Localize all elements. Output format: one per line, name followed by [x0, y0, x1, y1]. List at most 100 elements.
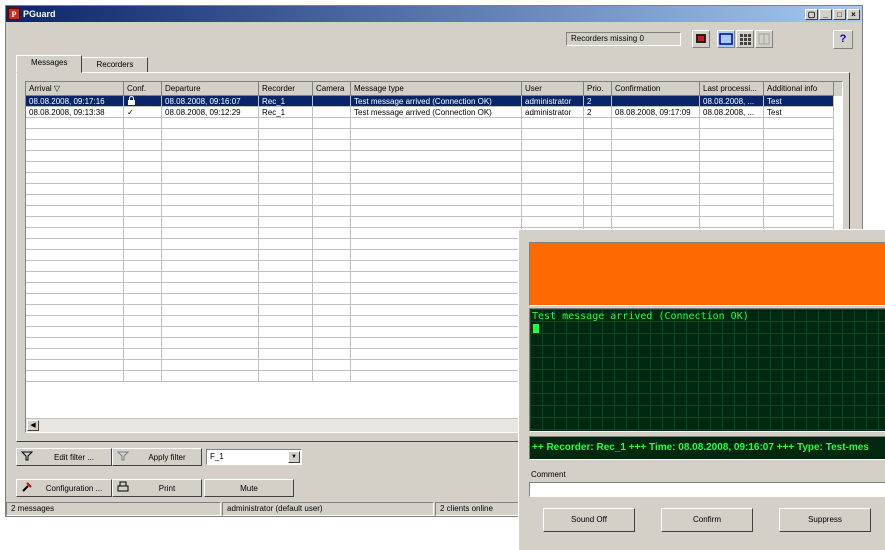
- table-cell: [612, 162, 700, 173]
- table-cell: [124, 294, 162, 305]
- table-cell: 08.08.2008, ...: [700, 96, 764, 107]
- column-header[interactable]: Arrival ▽: [26, 82, 124, 96]
- table-cell: [259, 294, 313, 305]
- table-cell: [612, 184, 700, 195]
- table-cell: [162, 140, 259, 151]
- confirm-button[interactable]: Confirm: [661, 508, 753, 532]
- table-cell: 08.08.2008, 09:17:09: [612, 107, 700, 118]
- table-cell: [162, 239, 259, 250]
- column-header[interactable]: Departure: [162, 82, 259, 96]
- table-row[interactable]: 08.08.2008, 09:13:38 ✓ 08.08.2008, 09:12:2…: [26, 107, 842, 118]
- table-cell: [584, 217, 612, 228]
- column-header[interactable]: User: [522, 82, 584, 96]
- column-header[interactable]: Confirmation: [612, 82, 700, 96]
- table-cell: [124, 283, 162, 294]
- maximize-button[interactable]: □: [833, 8, 846, 20]
- table-cell: [351, 283, 522, 294]
- table-cell: [259, 272, 313, 283]
- layout-icon[interactable]: [755, 30, 773, 48]
- suppress-button[interactable]: Suppress: [779, 508, 871, 532]
- table-cell: [313, 228, 351, 239]
- table-cell: Test message arrived (Connection OK): [351, 107, 522, 118]
- table-cell: [162, 195, 259, 206]
- comment-input[interactable]: [529, 482, 885, 497]
- table-cell: [313, 349, 351, 360]
- table-cell: [700, 173, 764, 184]
- filter-edit-icon: [20, 451, 34, 463]
- table-cell: [351, 316, 522, 327]
- table-cell: [124, 338, 162, 349]
- empty-row: [26, 217, 842, 228]
- table-cell: [351, 173, 522, 184]
- table-cell: 08.08.2008, 09:13:38: [26, 107, 124, 118]
- table-cell: [313, 151, 351, 162]
- table-cell: Test: [764, 96, 834, 107]
- table-cell: Rec_1: [259, 107, 313, 118]
- table-cell: [522, 195, 584, 206]
- edit-filter-button[interactable]: Edit filter ...: [16, 448, 112, 466]
- funnel-icon: [116, 451, 130, 463]
- table-cell: [26, 338, 124, 349]
- column-header[interactable]: Conf.: [124, 82, 162, 96]
- minimize-button[interactable]: _: [819, 8, 832, 20]
- help-button[interactable]: ?: [833, 30, 853, 49]
- close-button[interactable]: ×: [847, 8, 860, 20]
- apply-filter-button[interactable]: Apply filter: [112, 448, 202, 466]
- title-bar[interactable]: P PGuard ▢ _ □ ×: [6, 6, 862, 22]
- mute-button[interactable]: Mute: [204, 479, 294, 497]
- table-cell: [26, 272, 124, 283]
- table-row[interactable]: 08.08.2008, 09:17:16 08.08.2008, 09:16:07…: [26, 96, 842, 107]
- grid-view-icon[interactable]: [736, 30, 754, 48]
- table-cell: [584, 129, 612, 140]
- column-header[interactable]: Message type: [351, 82, 522, 96]
- column-header[interactable]: Camera: [313, 82, 351, 96]
- table-cell: [26, 294, 124, 305]
- table-cell: 08.08.2008, 09:16:07: [162, 96, 259, 107]
- table-cell: [259, 151, 313, 162]
- table-cell: [351, 228, 522, 239]
- column-header[interactable]: Recorder: [259, 82, 313, 96]
- table-cell: [522, 151, 584, 162]
- table-cell: [162, 305, 259, 316]
- filter-select[interactable]: F_1 ▼: [206, 449, 302, 465]
- tab-messages[interactable]: Messages: [16, 55, 83, 73]
- cursor-block: [533, 324, 539, 333]
- lock-icon: [127, 96, 136, 106]
- table-cell: [764, 184, 834, 195]
- table-cell: [764, 162, 834, 173]
- table-cell: [259, 162, 313, 173]
- scroll-left-icon[interactable]: ◀: [27, 420, 39, 431]
- table-cell: [124, 217, 162, 228]
- table-cell: [313, 371, 351, 382]
- restore-button[interactable]: ▢: [805, 8, 818, 20]
- column-header[interactable]: Prio.: [584, 82, 612, 96]
- table-cell: [612, 206, 700, 217]
- table-cell: [522, 206, 584, 217]
- table-cell: [612, 96, 700, 107]
- empty-row: [26, 151, 842, 162]
- table-cell: [313, 195, 351, 206]
- table-cell: [351, 371, 522, 382]
- table-cell: [700, 162, 764, 173]
- table-cell: [313, 261, 351, 272]
- table-cell: [313, 206, 351, 217]
- table-cell: [351, 250, 522, 261]
- column-header[interactable]: Last processi...: [700, 82, 764, 96]
- tab-recorders[interactable]: Recorders: [81, 57, 149, 73]
- column-header[interactable]: Additional info: [764, 82, 834, 96]
- monitor-icon[interactable]: [692, 30, 710, 48]
- table-cell: [259, 118, 313, 129]
- table-cell: [124, 173, 162, 184]
- alarm-ticker: ++ Recorder: Rec_1 +++ Time: 08.08.2008,…: [529, 436, 885, 460]
- table-cell: Test: [764, 107, 834, 118]
- table-cell: [124, 261, 162, 272]
- sound-off-button[interactable]: Sound Off: [543, 508, 635, 532]
- alarm-window: Test message arrived (Connection OK) ++ …: [518, 229, 885, 550]
- table-cell: [259, 217, 313, 228]
- configuration-button[interactable]: Configuration ...: [16, 479, 112, 497]
- chevron-down-icon[interactable]: ▼: [288, 451, 300, 463]
- table-cell: [313, 316, 351, 327]
- single-view-icon[interactable]: [717, 30, 735, 48]
- print-button[interactable]: Print: [112, 479, 202, 497]
- table-cell: [26, 173, 124, 184]
